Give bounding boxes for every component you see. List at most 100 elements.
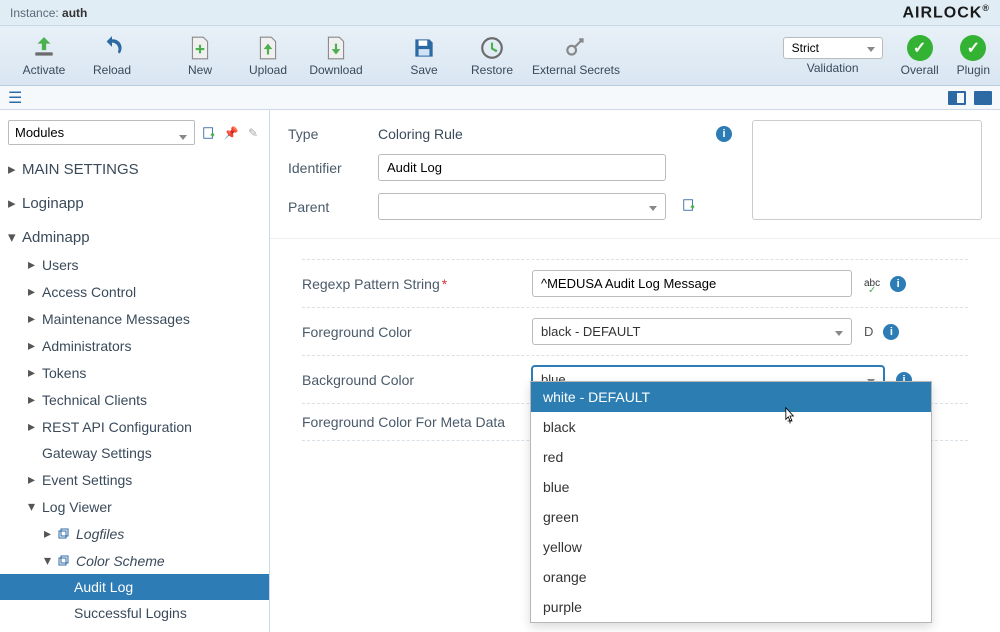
stack-icon [58, 528, 72, 540]
reload-button[interactable]: Reload [78, 35, 146, 77]
upload-button[interactable]: Upload [234, 35, 302, 77]
caret-icon: ▾ [8, 228, 18, 246]
tree-item-tokens[interactable]: ▸Tokens [0, 359, 269, 386]
tree-item-event-settings[interactable]: ▸Event Settings [0, 466, 269, 493]
new-button[interactable]: New [166, 35, 234, 77]
tree-item-audit-log[interactable]: Audit Log [0, 574, 269, 600]
color-dropdown-menu[interactable]: white - DEFAULTblackredbluegreenyellowor… [530, 381, 932, 623]
tree-item-access-control[interactable]: ▸Access Control [0, 278, 269, 305]
validation-select[interactable]: Strict [783, 37, 883, 59]
key-icon [563, 35, 589, 61]
caret-icon: ▸ [44, 525, 54, 542]
tree-item-label: MAIN SETTINGS [22, 161, 139, 178]
tree-item-successful-logins[interactable]: Successful Logins [0, 600, 269, 626]
save-icon [411, 35, 437, 61]
activate-button[interactable]: Activate [10, 35, 78, 77]
tree-item-label: Audit Log [74, 579, 133, 595]
dropdown-option[interactable]: purple [531, 592, 931, 622]
tree-item-color-scheme[interactable]: ▾ Color Scheme [0, 547, 269, 574]
download-icon [323, 35, 349, 61]
type-value: Coloring Rule [378, 126, 706, 142]
reload-icon [99, 35, 125, 61]
abc-check-icon[interactable]: abc✓ [864, 278, 880, 289]
caret-icon: ▾ [44, 552, 54, 569]
dropdown-option[interactable]: yellow [531, 532, 931, 562]
tree-item-adminapp[interactable]: ▾Adminapp [0, 223, 269, 251]
external-secrets-button[interactable]: External Secrets [526, 35, 626, 77]
info-icon[interactable]: i [716, 126, 732, 142]
fg-color-select[interactable]: black - DEFAULT [532, 318, 852, 345]
tree-item-label: Adminapp [22, 229, 90, 246]
instance-bar: Instance: auth AIRLOCK® [0, 0, 1000, 26]
regexp-label: Regexp Pattern String* [302, 276, 532, 292]
wand-icon[interactable]: ✎ [245, 125, 261, 141]
caret-icon: ▸ [28, 283, 38, 300]
instance-name: auth [62, 6, 87, 20]
chevron-down-icon [835, 324, 843, 339]
tree-item-gateway-settings[interactable]: Gateway Settings [0, 440, 269, 466]
tree-item-technical-clients[interactable]: ▸Technical Clients [0, 386, 269, 413]
caret-icon: ▸ [28, 337, 38, 354]
preview-box [752, 120, 982, 220]
save-button[interactable]: Save [390, 35, 458, 77]
tree-item-users[interactable]: ▸Users [0, 251, 269, 278]
meta-fg-label: Foreground Color For Meta Data [302, 414, 532, 430]
airlock-logo: AIRLOCK® [902, 3, 990, 22]
tree-item-label: Access Control [42, 284, 136, 300]
caret-icon: ▸ [8, 160, 18, 178]
tree-item-log-viewer[interactable]: ▾Log Viewer [0, 493, 269, 520]
tree-item-rest-api-configuration[interactable]: ▸REST API Configuration [0, 413, 269, 440]
parent-select[interactable] [378, 193, 666, 220]
tree-item-loginapp[interactable]: ▸Loginapp [0, 189, 269, 217]
dropdown-option[interactable]: orange [531, 562, 931, 592]
dropdown-option[interactable]: green [531, 502, 931, 532]
restore-icon [479, 35, 505, 61]
identifier-input[interactable] [378, 154, 666, 181]
caret-icon: ▸ [28, 418, 38, 435]
caret-icon [28, 445, 38, 461]
pin-icon[interactable]: 📌 [223, 125, 239, 141]
caret-icon: ▸ [28, 256, 38, 273]
tree-item-administrators[interactable]: ▸Administrators [0, 332, 269, 359]
tree-item-label: Log Viewer [42, 499, 112, 515]
layout-full-icon[interactable] [974, 91, 992, 105]
default-indicator: D [864, 324, 873, 339]
tree-item-label: Color Scheme [76, 553, 165, 569]
instance-label: Instance: [10, 6, 59, 20]
info-icon[interactable]: i [890, 276, 906, 292]
dropdown-option[interactable]: white - DEFAULT [531, 382, 931, 412]
validation-label: Validation [807, 61, 859, 75]
fg-color-label: Foreground Color [302, 324, 532, 340]
menu-icon[interactable]: ☰ [8, 88, 22, 108]
caret-icon: ▸ [28, 391, 38, 408]
modules-select[interactable]: Modules [8, 120, 195, 145]
activate-icon [31, 35, 57, 61]
tree-item-logfiles[interactable]: ▸Logfiles [0, 520, 269, 547]
tree-item-label: Loginapp [22, 195, 84, 212]
tree-item-label: Successful Logins [74, 605, 187, 621]
regexp-input[interactable] [532, 270, 852, 297]
check-icon: ✓ [907, 35, 933, 61]
add-module-icon[interactable] [201, 125, 217, 141]
stack-icon [58, 555, 72, 567]
identifier-label: Identifier [288, 160, 368, 176]
dropdown-option[interactable]: red [531, 442, 931, 472]
main-panel: Type Coloring Rule i Identifier Parent [270, 110, 1000, 632]
upload-icon [255, 35, 281, 61]
secondary-bar: ☰ [0, 86, 1000, 110]
dropdown-option[interactable]: black [531, 412, 931, 442]
info-icon[interactable]: i [883, 324, 899, 340]
chevron-down-icon [649, 199, 657, 214]
add-parent-icon[interactable] [682, 198, 696, 215]
plugin-status: ✓ Plugin [957, 35, 990, 77]
layout-split-icon[interactable] [948, 91, 966, 105]
dropdown-option[interactable]: blue [531, 472, 931, 502]
sidebar: Modules 📌 ✎ ▸MAIN SETTINGS▸Loginapp▾Admi… [0, 110, 270, 632]
overall-status: ✓ Overall [901, 35, 939, 77]
tree-item-main-settings[interactable]: ▸MAIN SETTINGS [0, 155, 269, 183]
main-toolbar: Activate Reload New Upload Download Save… [0, 26, 1000, 86]
restore-button[interactable]: Restore [458, 35, 526, 77]
download-button[interactable]: Download [302, 35, 370, 77]
tree-item-label: Gateway Settings [42, 445, 152, 461]
tree-item-maintenance-messages[interactable]: ▸Maintenance Messages [0, 305, 269, 332]
